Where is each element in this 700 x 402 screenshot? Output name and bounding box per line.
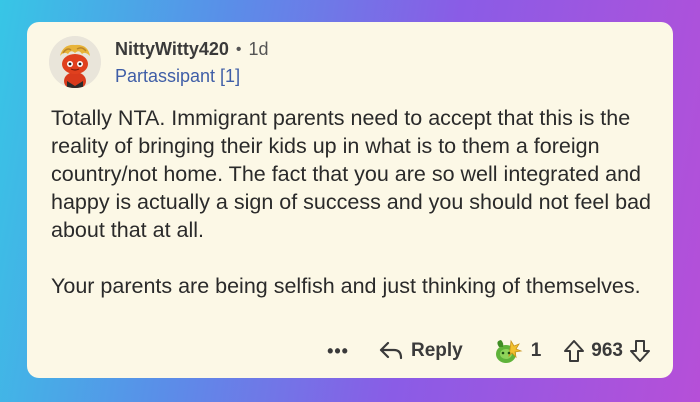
- user-flair: Partassipant [1]: [115, 66, 241, 86]
- comment-body: Totally NTA. Immigrant parents need to a…: [51, 104, 651, 300]
- snoo-avatar-icon: [49, 36, 101, 88]
- downvote-arrow-icon[interactable]: [629, 339, 651, 363]
- vote-count: 963: [591, 340, 623, 361]
- comment-meta: NittyWitty420 • 1d Partassipant [1]: [115, 39, 269, 87]
- comment-actions: ••• Reply 1 963: [327, 334, 651, 368]
- meta-line: NittyWitty420 • 1d: [115, 39, 269, 60]
- vote-controls: 963: [563, 339, 651, 363]
- comment-paragraph: Totally NTA. Immigrant parents need to a…: [51, 106, 651, 242]
- comment-paragraph: Your parents are being selfish and just …: [51, 274, 641, 298]
- username-link[interactable]: NittyWitty420: [115, 39, 229, 60]
- reply-button[interactable]: Reply: [379, 340, 463, 362]
- comment-age: 1d: [248, 39, 269, 59]
- user-avatar[interactable]: [49, 36, 101, 88]
- more-options-icon: •••: [327, 340, 349, 361]
- meta-separator: •: [235, 40, 242, 58]
- upvote-arrow-icon[interactable]: [563, 339, 585, 363]
- award-count: 1: [530, 340, 542, 361]
- award-icon: [495, 339, 523, 363]
- award-button[interactable]: 1: [493, 337, 542, 365]
- comment-header: NittyWitty420 • 1d Partassipant [1]: [49, 36, 269, 88]
- reply-label: Reply: [410, 340, 463, 361]
- more-options-button[interactable]: •••: [327, 341, 349, 362]
- comment-card: NittyWitty420 • 1d Partassipant [1] Tota…: [27, 22, 673, 378]
- reply-arrow-icon: [379, 341, 403, 360]
